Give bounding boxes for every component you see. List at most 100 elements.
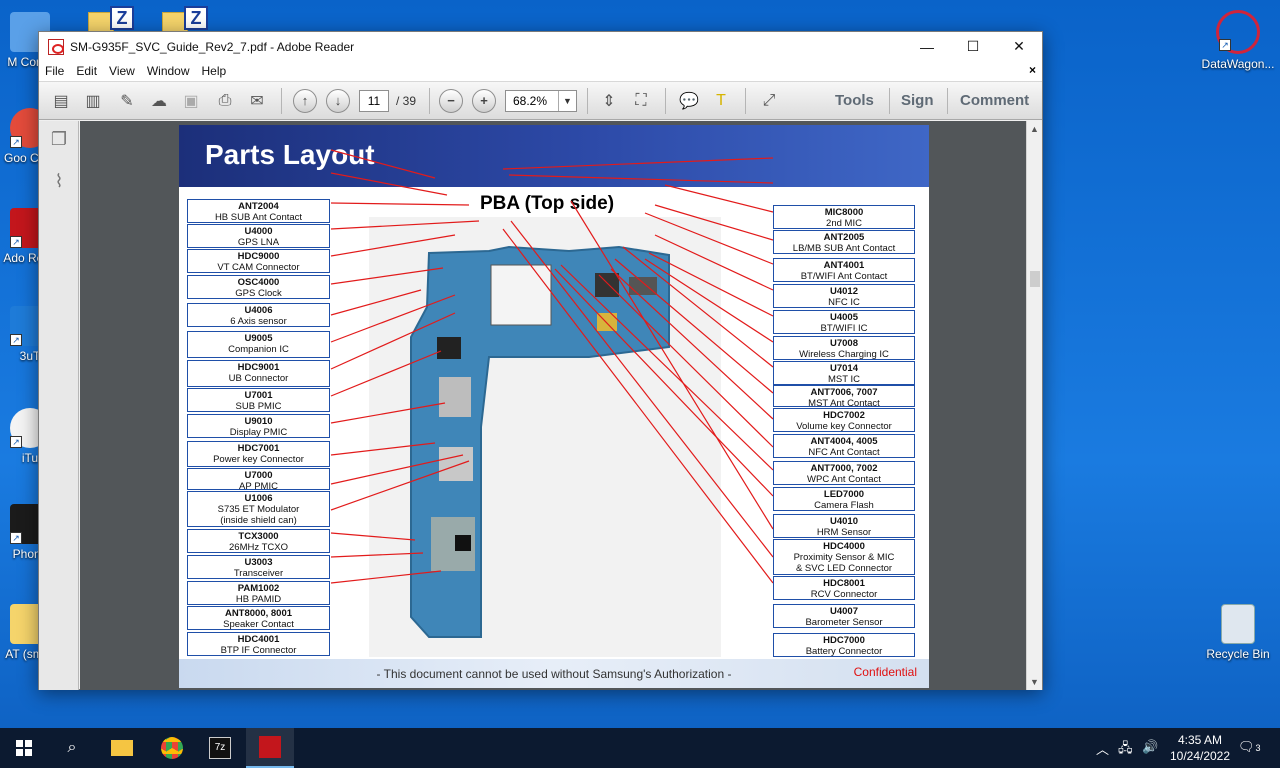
save-icon[interactable]: ▣: [179, 90, 203, 112]
part-id: HDC4001: [237, 634, 280, 645]
part-desc: 6 Axis sensor: [230, 316, 287, 327]
full-screen-icon[interactable]: ⤢: [757, 90, 781, 112]
volume-icon[interactable]: 🔊: [1142, 739, 1158, 755]
menu-view[interactable]: View: [103, 64, 141, 78]
part-id: U4012: [830, 286, 858, 297]
close-document-button[interactable]: ×: [1029, 63, 1036, 77]
adobe-reader-taskbar-icon[interactable]: [246, 728, 294, 768]
document-view[interactable]: Parts Layout PBA (Top side) ANT2004 HB S…: [80, 121, 1028, 690]
part-desc: UB Connector: [228, 373, 289, 384]
attachments-paperclip-icon[interactable]: ⌇: [48, 171, 70, 195]
part-id: ANT4001: [823, 260, 865, 271]
separator: [429, 88, 430, 114]
create-pdf-icon[interactable]: ▤: [49, 90, 73, 112]
tools-button[interactable]: Tools: [835, 92, 874, 109]
desktop-icon-recycle-bin[interactable]: Recycle Bin: [1199, 604, 1277, 661]
part-id: HDC7001: [237, 443, 280, 454]
scroll-thumb[interactable]: [1030, 271, 1040, 287]
part-desc: Wireless Charging IC: [799, 349, 889, 360]
part-id: U7014: [830, 363, 858, 374]
part-id: HDC4000: [823, 541, 865, 552]
vertical-scrollbar[interactable]: ▲ ▼: [1026, 121, 1042, 690]
part-desc: (inside shield can): [220, 515, 297, 526]
comment-button[interactable]: Comment: [960, 92, 1029, 109]
page-number-input[interactable]: 11: [359, 90, 389, 112]
email-icon[interactable]: ✉: [245, 90, 269, 112]
minimize-button[interactable]: —: [904, 32, 950, 61]
toolbar: ▤ ▥ ✎ ☁ ▣ ⎙ ✉ ↑ ↓ 11 / 39 − + 68.2% ▼ ⇕ ⛶…: [39, 82, 1042, 120]
page-thumbnails-icon[interactable]: ❐: [48, 129, 70, 153]
part-label: U4012 NFC IC: [773, 284, 915, 308]
part-id: ANT7006, 7007: [810, 387, 878, 398]
7zip-taskbar-icon[interactable]: 7z: [196, 728, 244, 768]
notification-center-icon[interactable]: 🗨3: [1238, 739, 1261, 755]
menu-bar: File Edit View Window Help ×: [39, 61, 1042, 82]
part-id: U4006: [244, 305, 273, 316]
desktop-icon-datawagon[interactable]: ↗ DataWagon...: [1199, 10, 1277, 71]
part-id: ANT4004, 4005: [810, 436, 878, 447]
zoom-out-button[interactable]: −: [439, 89, 463, 113]
previous-page-button[interactable]: ↑: [293, 89, 317, 113]
zip-folder-icon[interactable]: Z: [88, 6, 140, 32]
part-desc: VT CAM Connector: [217, 262, 300, 273]
search-icon[interactable]: ⌕: [48, 728, 96, 768]
scrolling-mode-icon[interactable]: ⇕: [597, 90, 621, 112]
part-desc: Camera Flash: [814, 500, 874, 511]
menu-edit[interactable]: Edit: [70, 64, 103, 78]
part-desc: 2nd MIC: [826, 218, 862, 229]
separator: [947, 88, 948, 114]
edit-pdf-icon[interactable]: ▥: [81, 90, 105, 112]
sign-button[interactable]: Sign: [901, 92, 934, 109]
sign-doc-icon[interactable]: ✎: [115, 90, 139, 112]
scroll-down-icon[interactable]: ▼: [1030, 677, 1039, 687]
navigation-pane: ❐ ⌇: [39, 121, 79, 690]
recycle-bin-icon: [1221, 604, 1255, 644]
next-page-button[interactable]: ↓: [326, 89, 350, 113]
part-label: OSC4000 GPS Clock: [187, 275, 330, 299]
part-id: U4000: [244, 226, 273, 237]
zoom-in-button[interactable]: +: [472, 89, 496, 113]
part-label: U9010 Display PMIC: [187, 414, 330, 438]
file-explorer-icon[interactable]: [98, 728, 146, 768]
window-title: SM-G935F_SVC_Guide_Rev2_7.pdf - Adobe Re…: [70, 39, 355, 54]
part-desc: LB/MB SUB Ant Contact: [792, 243, 896, 254]
sticky-note-icon[interactable]: 💬: [677, 90, 701, 112]
network-icon[interactable]: 🖧: [1118, 739, 1133, 761]
upload-cloud-icon[interactable]: ☁: [147, 90, 171, 112]
zoom-value: 68.2%: [513, 94, 548, 108]
close-button[interactable]: ✕: [996, 32, 1042, 61]
part-id: MIC8000: [824, 207, 864, 218]
chevron-down-icon[interactable]: ▼: [558, 91, 576, 111]
menu-file[interactable]: File: [39, 64, 70, 78]
slide-footer: - This document cannot be used without S…: [179, 659, 929, 688]
part-label: U4007 Barometer Sensor: [773, 604, 915, 628]
part-desc: Display PMIC: [229, 427, 288, 438]
part-desc: GPS LNA: [237, 237, 280, 248]
part-desc: S735 ET Modulator: [217, 504, 300, 515]
page-total: / 39: [396, 94, 417, 108]
part-id: U1006: [244, 493, 273, 504]
zoom-level-input[interactable]: 68.2% ▼: [505, 90, 577, 112]
part-desc: Transceiver: [233, 568, 284, 579]
part-desc: HRM Sensor: [816, 527, 872, 538]
highlight-text-icon[interactable]: T: [709, 90, 733, 112]
menu-help[interactable]: Help: [196, 64, 233, 78]
start-windows-icon[interactable]: [0, 728, 48, 768]
part-id: U9010: [244, 416, 273, 427]
part-desc: RCV Connector: [810, 589, 878, 600]
part-desc: MST IC: [827, 374, 861, 385]
fit-page-icon[interactable]: ⛶: [629, 90, 653, 112]
part-desc: NFC Ant Contact: [808, 447, 880, 458]
menu-window[interactable]: Window: [141, 64, 196, 78]
scroll-up-icon[interactable]: ▲: [1030, 124, 1039, 134]
part-label: U4005 BT/WIFI IC: [773, 310, 915, 334]
part-label: U7008 Wireless Charging IC: [773, 336, 915, 360]
print-icon[interactable]: ⎙: [213, 90, 237, 112]
title-bar[interactable]: SM-G935F_SVC_Guide_Rev2_7.pdf - Adobe Re…: [39, 32, 1042, 61]
chrome-taskbar-icon[interactable]: [148, 728, 196, 768]
maximize-button[interactable]: ☐: [950, 32, 996, 61]
part-desc: 26MHz TCXO: [229, 542, 288, 553]
zip-folder-icon[interactable]: Z: [162, 6, 214, 32]
chevron-up-icon[interactable]: ︿: [1096, 739, 1109, 758]
clock[interactable]: 4:35 AM 10/24/2022: [1168, 732, 1232, 764]
